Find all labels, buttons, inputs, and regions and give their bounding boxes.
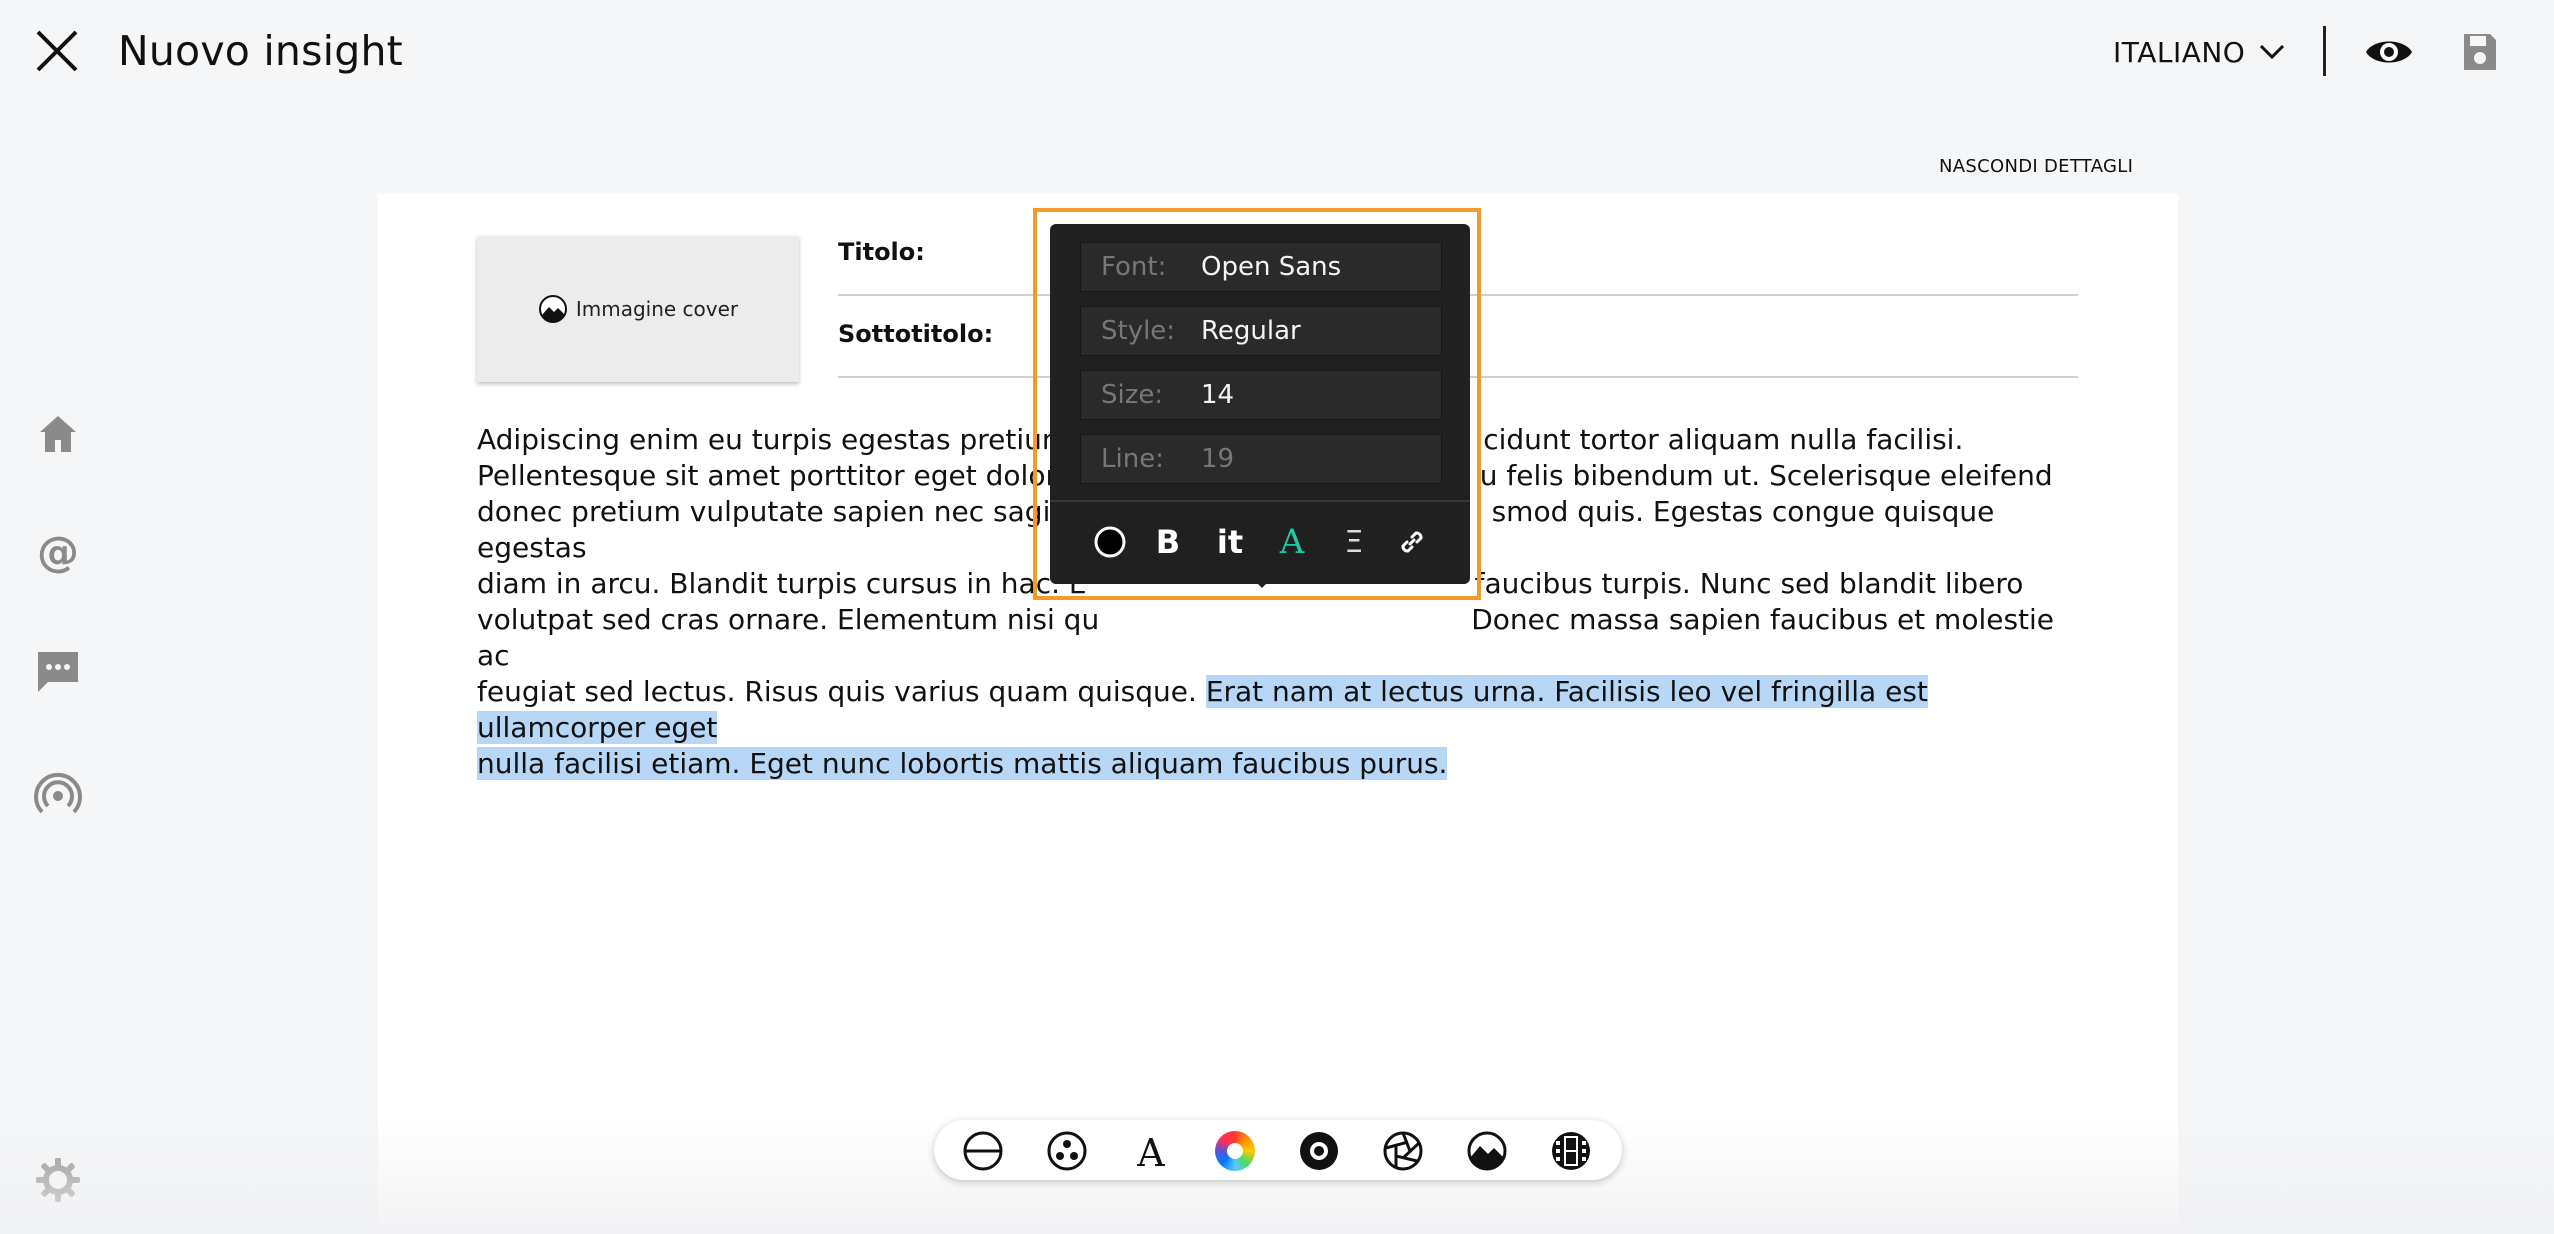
subtitle-label: Sottotitolo:	[838, 320, 994, 348]
insert-divider-button[interactable]	[962, 1130, 1004, 1172]
hide-details-link[interactable]: NASCONDI DETTAGLI	[1939, 156, 2133, 177]
body-line: nulla facilisi etiam. Eget nunc lobortis…	[477, 746, 2077, 782]
molecule-icon	[1047, 1131, 1087, 1171]
font-family-field[interactable]: Font: Open Sans	[1080, 242, 1442, 292]
preview-button[interactable]	[2364, 30, 2414, 74]
chevron-down-icon	[2260, 44, 2285, 60]
sidebar-item-mentions[interactable]: @	[34, 527, 82, 576]
cover-label: Immagine cover	[575, 297, 739, 321]
style-value: Regular	[1201, 316, 1301, 346]
home-icon	[40, 416, 76, 452]
font-value: Open Sans	[1201, 252, 1342, 282]
close-icon	[36, 30, 78, 72]
sidebar-item-broadcast[interactable]	[34, 770, 82, 818]
eye-icon	[2366, 41, 2412, 63]
svg-text:@: @	[37, 528, 79, 576]
floppy-disk-icon	[2464, 34, 2496, 70]
insert-record-button[interactable]	[1298, 1130, 1340, 1172]
insert-toolbar: A	[934, 1120, 1622, 1180]
align-button[interactable]: Ξ	[1334, 522, 1374, 562]
at-icon: @	[37, 527, 79, 576]
insert-image-button[interactable]	[1466, 1130, 1508, 1172]
color-wheel-icon	[1215, 1131, 1255, 1171]
title-label: Titolo:	[838, 238, 925, 266]
record-icon	[1300, 1132, 1338, 1170]
popover-caret	[1252, 578, 1272, 588]
broadcast-icon	[34, 772, 82, 814]
header-divider	[2323, 26, 2326, 76]
language-select[interactable]: ITALIANO	[2113, 30, 2285, 74]
insert-group-button[interactable]	[1046, 1130, 1088, 1172]
text-format-popover: Font: Open Sans Style: Regular Size: 14 …	[1050, 224, 1470, 584]
size-value: 14	[1201, 380, 1235, 410]
style-key: Style:	[1101, 316, 1176, 346]
page-title: Nuovo insight	[118, 27, 403, 75]
sidebar-item-messages[interactable]	[34, 648, 82, 696]
image-icon	[1467, 1131, 1507, 1171]
font-color-button[interactable]: A	[1272, 522, 1312, 562]
insert-color-button[interactable]	[1214, 1130, 1256, 1172]
line-value: 19	[1201, 444, 1235, 474]
bold-button[interactable]: B	[1148, 522, 1188, 562]
font-key: Font:	[1101, 252, 1167, 282]
italic-button[interactable]: it	[1210, 522, 1250, 562]
cover-image-picker[interactable]: Immagine cover	[477, 236, 799, 382]
font-style-field[interactable]: Style: Regular	[1080, 306, 1442, 356]
body-line: volutpat sed cras ornare. Elementum nisi…	[477, 603, 2055, 672]
text-icon: A	[1136, 1131, 1165, 1172]
link-icon	[1401, 531, 1423, 553]
language-label: ITALIANO	[2113, 35, 2246, 69]
selected-text: nulla facilisi etiam. Eget nunc lobortis…	[477, 747, 1448, 780]
line-height-field[interactable]: Line: 19	[1080, 434, 1442, 484]
text-color-button[interactable]	[1090, 522, 1130, 562]
insert-video-button[interactable]	[1550, 1130, 1592, 1172]
body-line: feugiat sed lectus. Risus quis varius qu…	[477, 675, 1928, 744]
image-icon	[538, 295, 567, 323]
sidebar-item-home[interactable]	[34, 410, 82, 458]
size-key: Size:	[1101, 380, 1164, 410]
font-size-field[interactable]: Size: 14	[1080, 370, 1442, 420]
link-button[interactable]	[1392, 522, 1432, 562]
film-icon	[1552, 1132, 1590, 1170]
close-button[interactable]	[34, 28, 80, 74]
color-circle-icon	[1094, 526, 1126, 558]
chat-icon	[38, 652, 78, 692]
insert-camera-button[interactable]	[1382, 1130, 1424, 1172]
insert-text-button[interactable]: A	[1130, 1130, 1172, 1172]
save-button[interactable]	[2462, 32, 2498, 72]
svg-text:A: A	[1136, 1131, 1165, 1172]
line-key: Line:	[1101, 444, 1164, 474]
popover-divider	[1050, 500, 1470, 502]
divider-icon	[963, 1131, 1003, 1171]
aperture-icon	[1383, 1131, 1423, 1171]
